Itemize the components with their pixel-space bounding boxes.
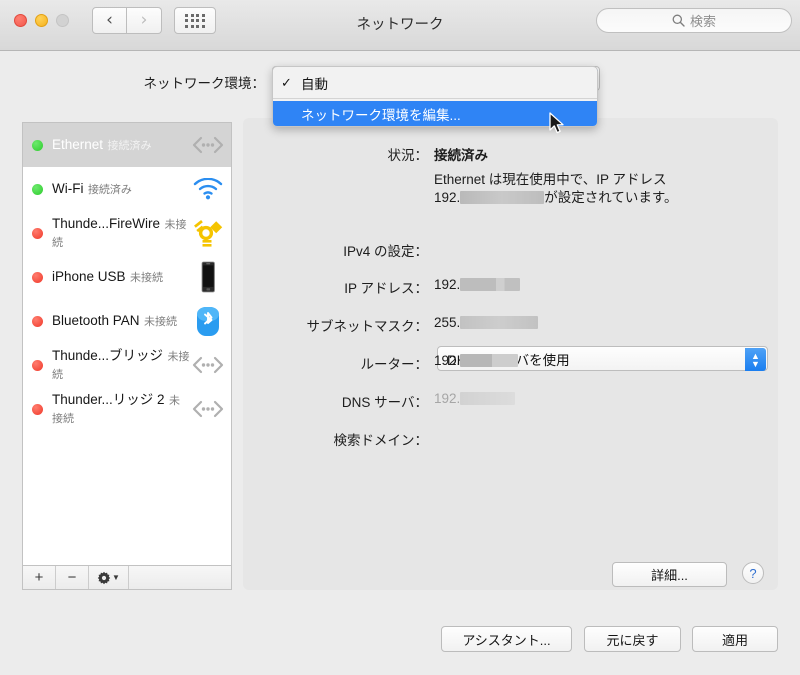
remove-service-button[interactable]: − [56,566,89,589]
service-name: Bluetooth PAN [52,313,140,328]
status-dot-connected [32,139,43,151]
bluetooth-icon [190,306,226,336]
service-status: 未接続 [130,272,163,284]
menu-separator [273,98,597,99]
redacted-value [460,316,539,329]
ethernet-icon [190,350,226,380]
service-row-thunderbolt-bridge-2[interactable]: Thunder...リッジ 2 未接続 [23,387,231,431]
ip-address-prefix: 192. [434,277,461,292]
status-description-line2: 192. が設定されています。 [243,186,778,206]
status-dot-disconnected [32,403,43,415]
menu-item-label: ネットワーク環境を編集... [301,107,461,123]
redacted-value [460,354,519,367]
status-description-line1: Ethernet は現在使用中で、IP アドレス [243,168,778,188]
services-toolbar: + − ▼ [22,566,232,590]
ip-suffix: が設定されています。 [544,190,678,205]
subnet-mask-label: サブネットマスク： [306,319,429,334]
action-menu-button[interactable]: ▼ [89,566,129,589]
service-row-thunderbolt-firewire[interactable]: Thunde...FireWire 未接続 [23,211,231,255]
status-dot-disconnected [32,271,43,283]
router-value: 192. [434,353,519,373]
service-name: Thunde...ブリッジ [52,348,164,363]
service-name: Ethernet [52,137,104,152]
service-status: 接続済み [107,140,152,152]
service-row-wifi[interactable]: Wi-Fi 接続済み [23,167,231,211]
ethernet-icon [190,130,226,160]
ipv4-label: IPv4 の設定： [343,244,428,259]
search-field[interactable]: 検索 [596,8,792,33]
router-row: ルーター： 192. [243,353,778,373]
router-prefix: 192. [434,353,461,368]
status-dot-connected [32,183,43,195]
service-name: Thunder...リッジ 2 [52,392,165,407]
toolbar-filler [129,566,231,589]
redacted-ip [460,191,545,204]
status-value: 接続済み [434,148,488,163]
status-row: 状況： 接続済み [243,144,778,164]
chevron-down-icon: ▼ [112,573,120,582]
search-domains-row: 検索ドメイン： [243,429,778,449]
search-placeholder: 検索 [689,14,716,29]
checkmark-icon: ✓ [281,74,292,90]
router-label: ルーター： [360,357,429,372]
network-services-list[interactable]: Ethernet 接続済み Wi-Fi 接続済み Thunde...FireWi… [22,122,232,566]
ethernet-icon [190,394,226,424]
dns-server-value: 192. [434,391,516,411]
window-titlebar: ‹ › ネットワーク 検索 [0,0,800,51]
subnet-mask-row: サブネットマスク： 255. [243,315,778,335]
mouse-cursor [549,112,564,134]
assistant-button[interactable]: アシスタント... [441,626,572,652]
apply-button[interactable]: 適用 [692,626,778,652]
redacted-value [460,392,516,405]
search-domains-label: 検索ドメイン： [333,433,429,448]
network-location-label: ネットワーク環境： [143,76,266,91]
service-status: 未接続 [144,316,178,328]
ip-address-label: IP アドレス： [344,281,428,296]
status-dot-disconnected [32,359,43,371]
status-dot-disconnected [32,227,43,239]
service-status: 接続済み [87,184,132,196]
status-desc-text: Ethernet は現在使用中で、IP アドレス [434,172,667,187]
menu-item-automatic[interactable]: ✓ 自動 [273,70,597,95]
service-row-bluetooth-pan[interactable]: Bluetooth PAN 未接続 [23,299,231,343]
ip-address-row: IP アドレス： 192. [243,277,778,297]
wifi-icon [190,174,226,204]
add-service-button[interactable]: + [23,566,56,589]
subnet-mask-prefix: 255. [434,315,461,330]
advanced-button[interactable]: 詳細... [612,562,727,587]
status-desc-ip: 192. が設定されています。 [434,186,678,206]
service-row-thunderbolt-bridge[interactable]: Thunde...ブリッジ 未接続 [23,343,231,387]
network-preferences-window: ‹ › ネットワーク 検索 ネットワーク環境： ▲▼ [0,0,800,675]
firewire-icon [190,218,226,248]
ip-prefix: 192. [434,190,461,205]
ipv4-config-row: IPv4 の設定： [243,240,778,260]
service-detail-panel: 状況： 接続済み Ethernet は現在使用中で、IP アドレス 192. が設… [243,118,778,590]
service-name: iPhone USB [52,269,126,284]
service-row-ethernet[interactable]: Ethernet 接続済み [23,123,231,167]
dns-server-row: DNS サーバ： 192. [243,391,778,411]
subnet-mask-value: 255. [434,315,539,335]
help-button[interactable]: ? [742,562,764,584]
status-label: 状況： [387,148,429,163]
gear-icon [97,571,111,584]
service-name: Thunde...FireWire [52,216,161,231]
service-row-iphone-usb[interactable]: iPhone USB 未接続 [23,255,231,299]
search-icon [672,14,685,27]
menu-item-label: 自動 [301,76,328,92]
iphone-icon [190,261,226,293]
redacted-value [460,278,521,291]
status-dot-disconnected [32,315,43,327]
dns-server-prefix: 192. [434,391,461,406]
ip-address-value: 192. [434,277,521,297]
dns-server-label: DNS サーバ： [341,395,428,410]
revert-button[interactable]: 元に戻す [584,626,681,652]
service-name: Wi-Fi [52,181,84,196]
